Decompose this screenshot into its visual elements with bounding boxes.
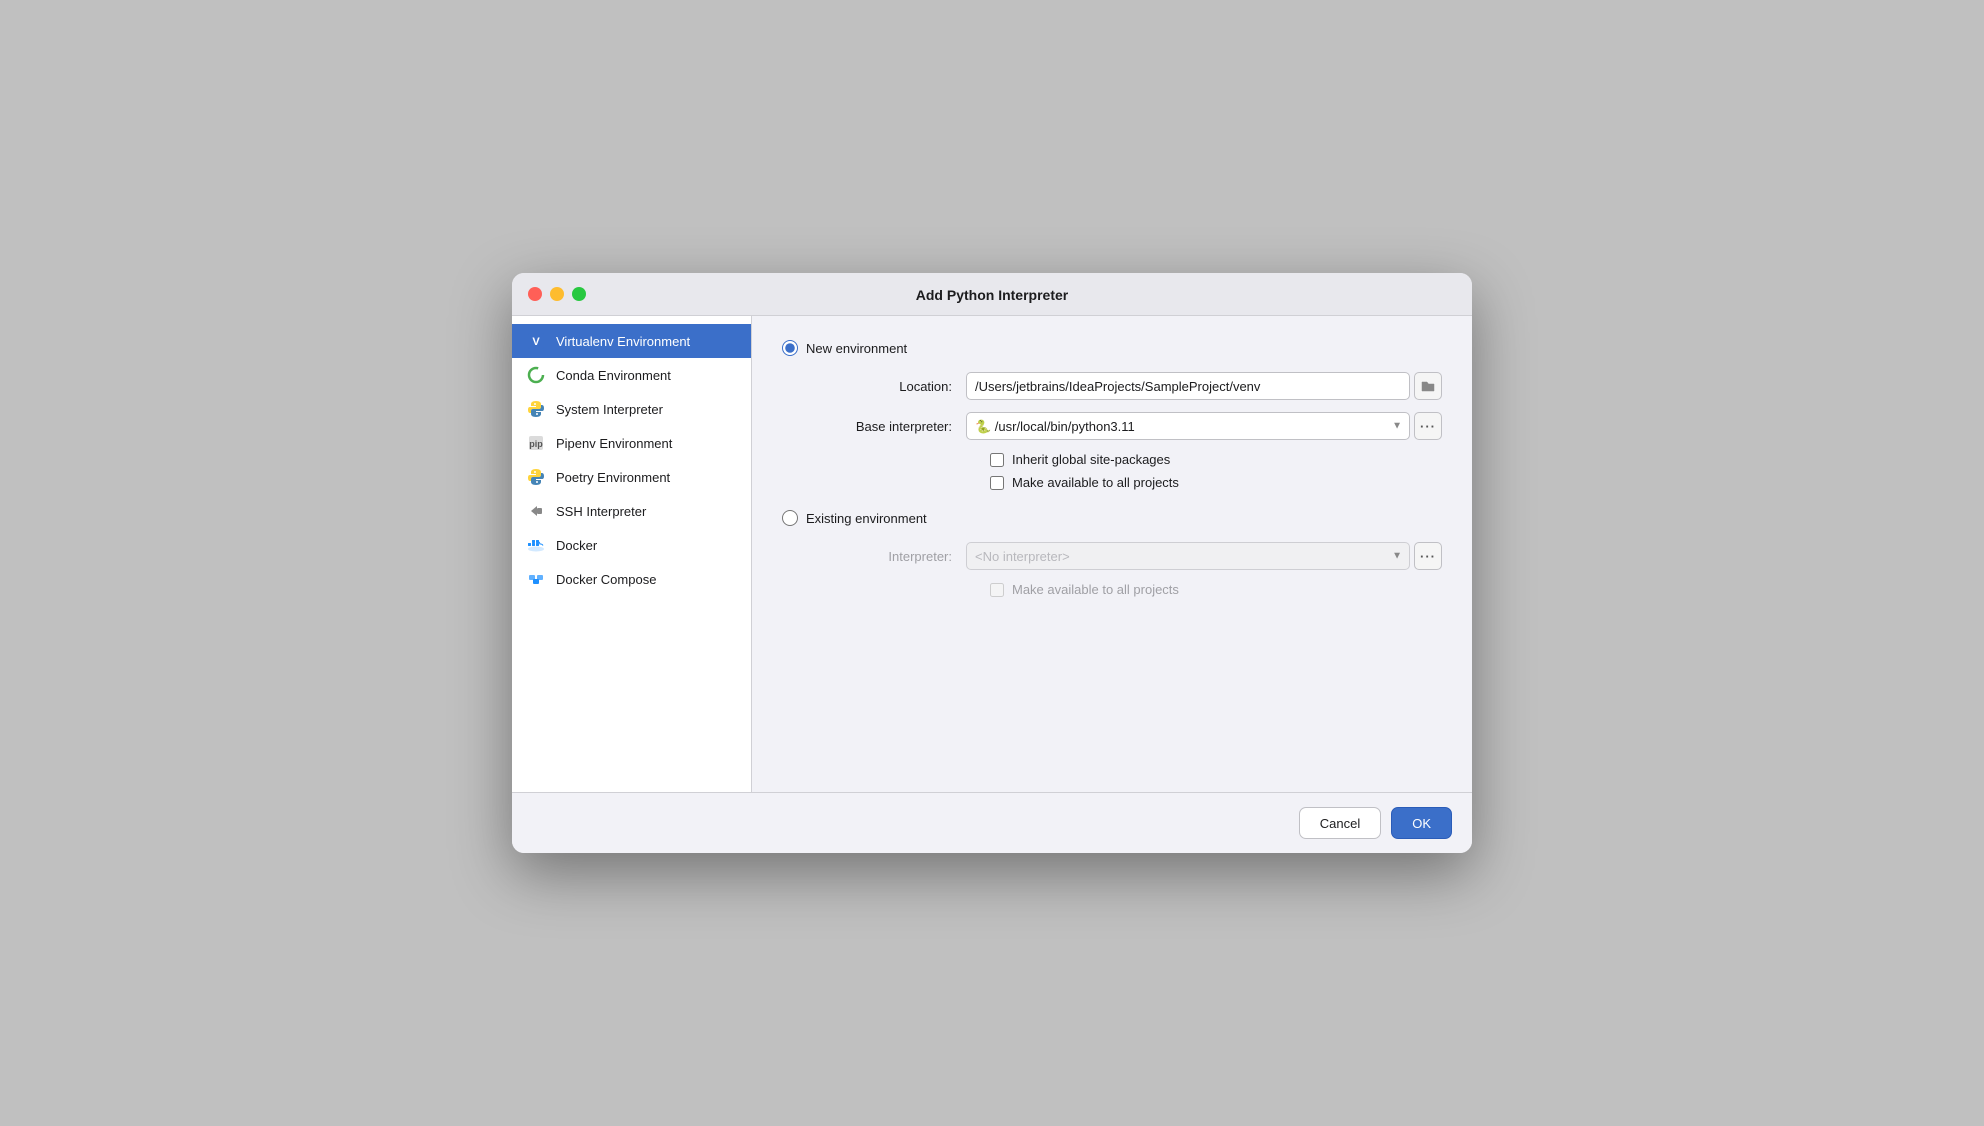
existing-environment-form: Interpreter: <No interpreter> ▼ ··· [806, 542, 1442, 597]
base-interpreter-row: Base interpreter: 🐍 /usr/local/bin/pytho… [806, 412, 1442, 440]
sidebar-label-conda: Conda Environment [556, 368, 671, 383]
sidebar-label-system: System Interpreter [556, 402, 663, 417]
make-available-new-label: Make available to all projects [1012, 475, 1179, 490]
pipenv-icon: pip [526, 433, 546, 453]
make-available-existing-row: Make available to all projects [990, 582, 1442, 597]
existing-environment-group: Existing environment Interpreter: <No in… [782, 510, 1442, 597]
svg-text:pip: pip [529, 439, 543, 449]
ssh-icon [526, 501, 546, 521]
sidebar-item-ssh[interactable]: SSH Interpreter [512, 494, 751, 528]
location-browse-button[interactable] [1414, 372, 1442, 400]
docker-icon [526, 535, 546, 555]
sidebar-label-virtualenv: Virtualenv Environment [556, 334, 690, 349]
new-environment-radio-option[interactable]: New environment [782, 340, 1442, 356]
sidebar: V Virtualenv Environment Conda Environme… [512, 316, 752, 792]
sidebar-label-docker: Docker [556, 538, 597, 553]
sidebar-item-docker-compose[interactable]: Docker Compose [512, 562, 751, 596]
svg-text:V: V [532, 336, 540, 348]
existing-environment-radio-option[interactable]: Existing environment [782, 510, 1442, 526]
dialog-body: V Virtualenv Environment Conda Environme… [512, 316, 1472, 792]
base-interpreter-dropdown-wrapper: 🐍 /usr/local/bin/python3.11 ▼ [966, 412, 1410, 440]
new-environment-group: New environment Location: [782, 340, 1442, 490]
inherit-packages-row: Inherit global site-packages [990, 452, 1442, 467]
close-button[interactable] [528, 287, 542, 301]
footer: Cancel OK [512, 792, 1472, 853]
sidebar-item-poetry[interactable]: Poetry Environment [512, 460, 751, 494]
existing-environment-label: Existing environment [806, 511, 927, 526]
sidebar-item-conda[interactable]: Conda Environment [512, 358, 751, 392]
sidebar-item-pipenv[interactable]: pip Pipenv Environment [512, 426, 751, 460]
sidebar-item-virtualenv[interactable]: V Virtualenv Environment [512, 324, 751, 358]
sidebar-label-ssh: SSH Interpreter [556, 504, 646, 519]
sidebar-label-docker-compose: Docker Compose [556, 572, 656, 587]
title-bar: Add Python Interpreter [512, 273, 1472, 316]
dialog-title: Add Python Interpreter [916, 287, 1068, 303]
window-controls [528, 287, 586, 301]
cancel-button[interactable]: Cancel [1299, 807, 1381, 839]
conda-icon [526, 365, 546, 385]
poetry-icon [526, 467, 546, 487]
interpreter-dropdown-wrapper: <No interpreter> ▼ [966, 542, 1410, 570]
existing-environment-radio[interactable] [782, 510, 798, 526]
location-input[interactable] [966, 372, 1410, 400]
base-interpreter-select-group: 🐍 /usr/local/bin/python3.11 ▼ ··· [966, 412, 1442, 440]
new-environment-radio[interactable] [782, 340, 798, 356]
system-icon [526, 399, 546, 419]
virtualenv-icon: V [526, 331, 546, 351]
maximize-button[interactable] [572, 287, 586, 301]
interpreter-select-group: <No interpreter> ▼ ··· [966, 542, 1442, 570]
interpreter-select[interactable]: <No interpreter> [966, 542, 1410, 570]
make-available-existing-checkbox[interactable] [990, 583, 1004, 597]
interpreter-more-button[interactable]: ··· [1414, 542, 1442, 570]
interpreter-row: Interpreter: <No interpreter> ▼ ··· [806, 542, 1442, 570]
base-interpreter-select[interactable]: 🐍 /usr/local/bin/python3.11 [966, 412, 1410, 440]
sidebar-label-pipenv: Pipenv Environment [556, 436, 672, 451]
ok-button[interactable]: OK [1391, 807, 1452, 839]
base-interpreter-more-button[interactable]: ··· [1414, 412, 1442, 440]
folder-icon [1421, 380, 1435, 392]
base-interpreter-label: Base interpreter: [806, 419, 966, 434]
interpreter-label: Interpreter: [806, 549, 966, 564]
make-available-new-checkbox[interactable] [990, 476, 1004, 490]
docker-compose-icon [526, 569, 546, 589]
location-input-group [966, 372, 1442, 400]
make-available-new-row: Make available to all projects [990, 475, 1442, 490]
sidebar-item-docker[interactable]: Docker [512, 528, 751, 562]
inherit-packages-label: Inherit global site-packages [1012, 452, 1170, 467]
new-environment-form: Location: Base interpreter: [806, 372, 1442, 490]
sidebar-label-poetry: Poetry Environment [556, 470, 670, 485]
inherit-packages-checkbox[interactable] [990, 453, 1004, 467]
make-available-existing-label: Make available to all projects [1012, 582, 1179, 597]
minimize-button[interactable] [550, 287, 564, 301]
add-python-interpreter-dialog: Add Python Interpreter V Virtualenv Envi… [512, 273, 1472, 853]
main-content: New environment Location: [752, 316, 1472, 792]
sidebar-item-system[interactable]: System Interpreter [512, 392, 751, 426]
location-row: Location: [806, 372, 1442, 400]
location-label: Location: [806, 379, 966, 394]
new-environment-label: New environment [806, 341, 907, 356]
